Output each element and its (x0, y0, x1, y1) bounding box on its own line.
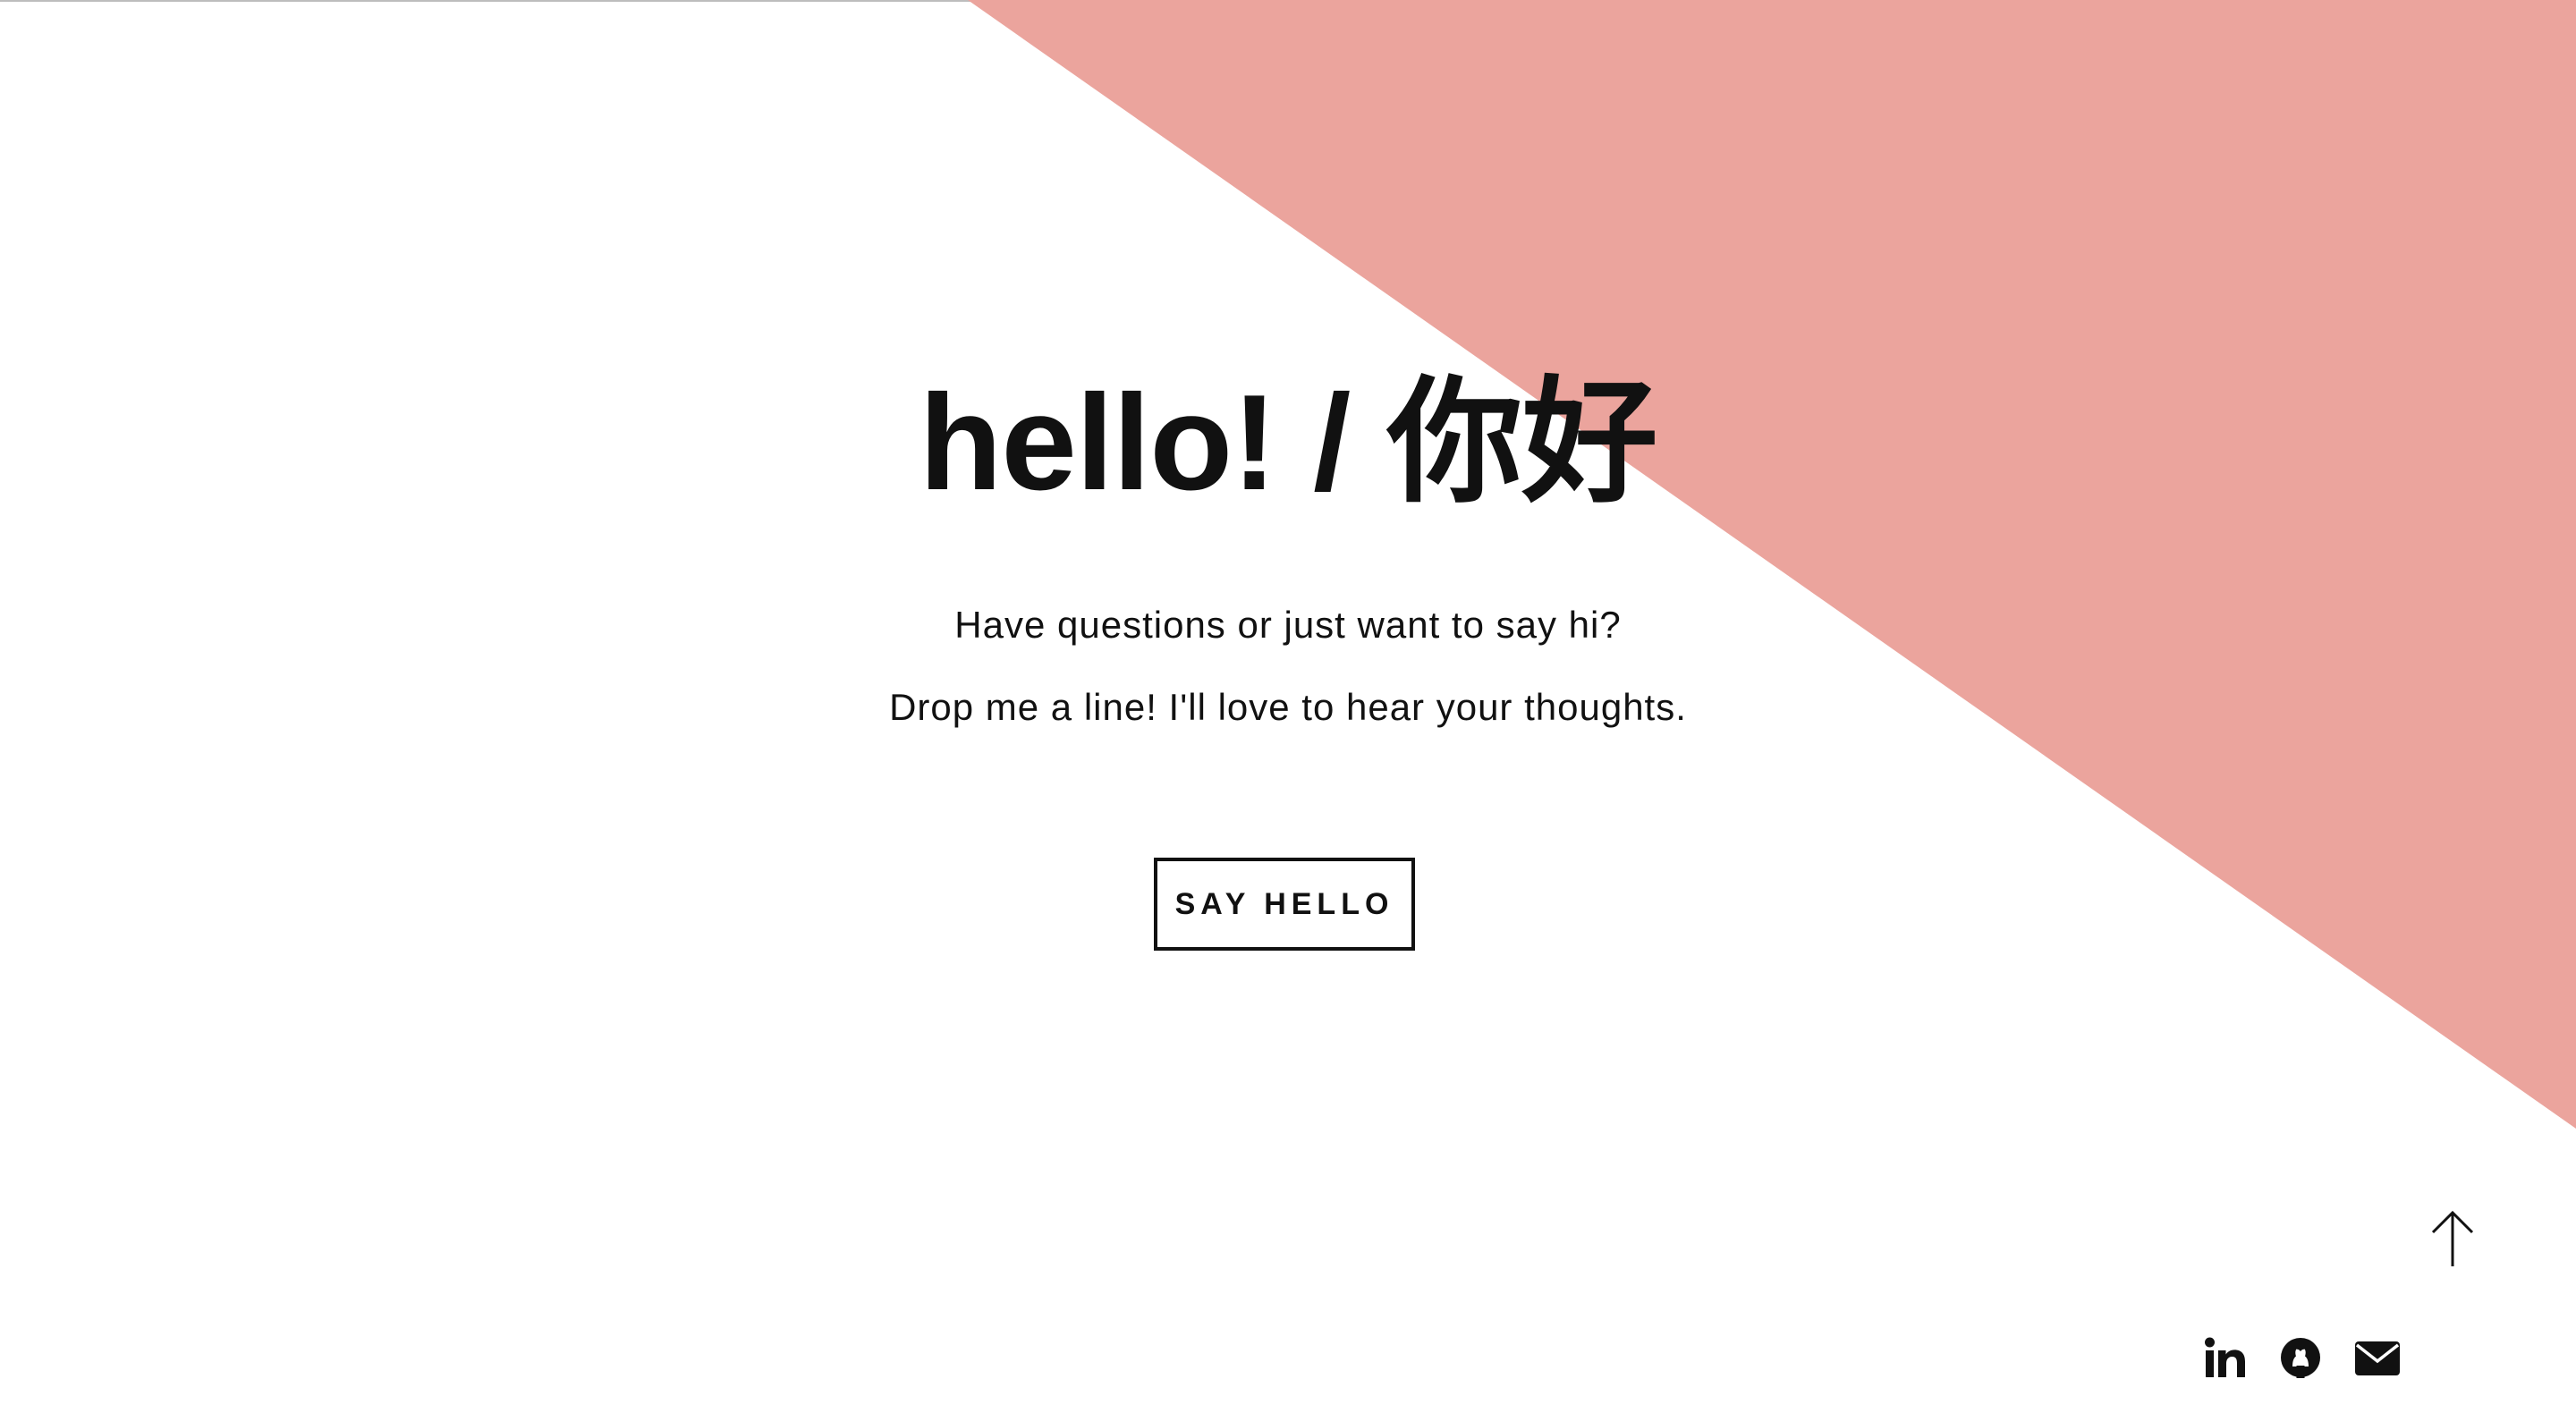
intro-invitation: Drop me a line! I'll love to hear your t… (889, 686, 1687, 728)
contact-hero: hello! / 你好 Have questions or just want … (0, 0, 2576, 1413)
social-links (2204, 1333, 2401, 1386)
envelope-icon (2355, 1341, 2400, 1375)
email-link[interactable] (2354, 1336, 2401, 1383)
intro-question: Have questions or just want to say hi? (954, 604, 1622, 646)
back-to-top-button[interactable] (2426, 1209, 2479, 1268)
page-title: hello! / 你好 (919, 367, 1658, 519)
arrow-up-icon (2431, 1210, 2474, 1266)
say-hello-button[interactable]: SAY HELLO (1154, 858, 1415, 951)
github-link[interactable] (2279, 1336, 2322, 1383)
github-icon (2281, 1337, 2320, 1378)
linkedin-link[interactable] (2204, 1336, 2247, 1383)
linkedin-icon (2205, 1337, 2245, 1377)
